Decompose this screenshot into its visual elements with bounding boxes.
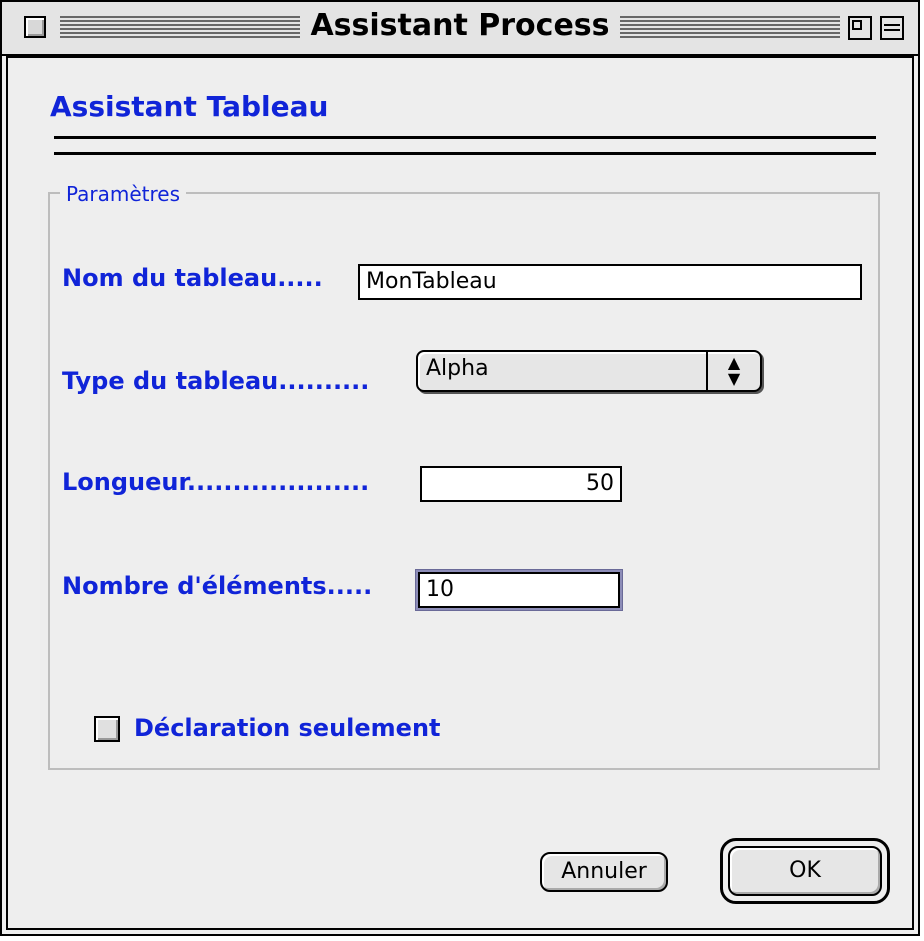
up-down-arrows-icon: ▲ ▼ bbox=[706, 352, 760, 390]
title-divider-bottom bbox=[54, 152, 876, 155]
element-count-field[interactable]: 10 bbox=[418, 572, 620, 608]
ok-button[interactable]: OK bbox=[728, 846, 882, 896]
wizard-title: Assistant Tableau bbox=[50, 90, 329, 123]
declaration-only-checkbox[interactable] bbox=[94, 716, 120, 742]
table-type-value: Alpha bbox=[426, 356, 489, 381]
table-name-label: Nom du tableau..... bbox=[62, 264, 323, 292]
length-field[interactable]: 50 bbox=[420, 466, 622, 502]
dialog-window: Assistant Process Assistant Tableau Para… bbox=[0, 0, 920, 936]
element-count-label: Nombre d'éléments..... bbox=[62, 572, 373, 600]
parameters-legend: Paramètres bbox=[60, 182, 187, 206]
title-divider-top bbox=[54, 136, 876, 139]
table-name-field[interactable]: MonTableau bbox=[358, 264, 862, 300]
window-title: Assistant Process bbox=[2, 8, 918, 43]
zoom-box-icon[interactable] bbox=[848, 16, 872, 40]
table-type-label: Type du tableau.......... bbox=[62, 367, 370, 395]
length-label: Longueur.................... bbox=[62, 468, 370, 496]
cancel-button[interactable]: Annuler bbox=[540, 852, 668, 892]
declaration-only-label[interactable]: Déclaration seulement bbox=[134, 714, 441, 742]
table-type-popup[interactable]: Alpha ▲ ▼ bbox=[416, 350, 762, 392]
title-bar[interactable]: Assistant Process bbox=[2, 2, 918, 56]
window-title-text: Assistant Process bbox=[300, 8, 620, 43]
collapse-box-icon[interactable] bbox=[880, 16, 904, 40]
